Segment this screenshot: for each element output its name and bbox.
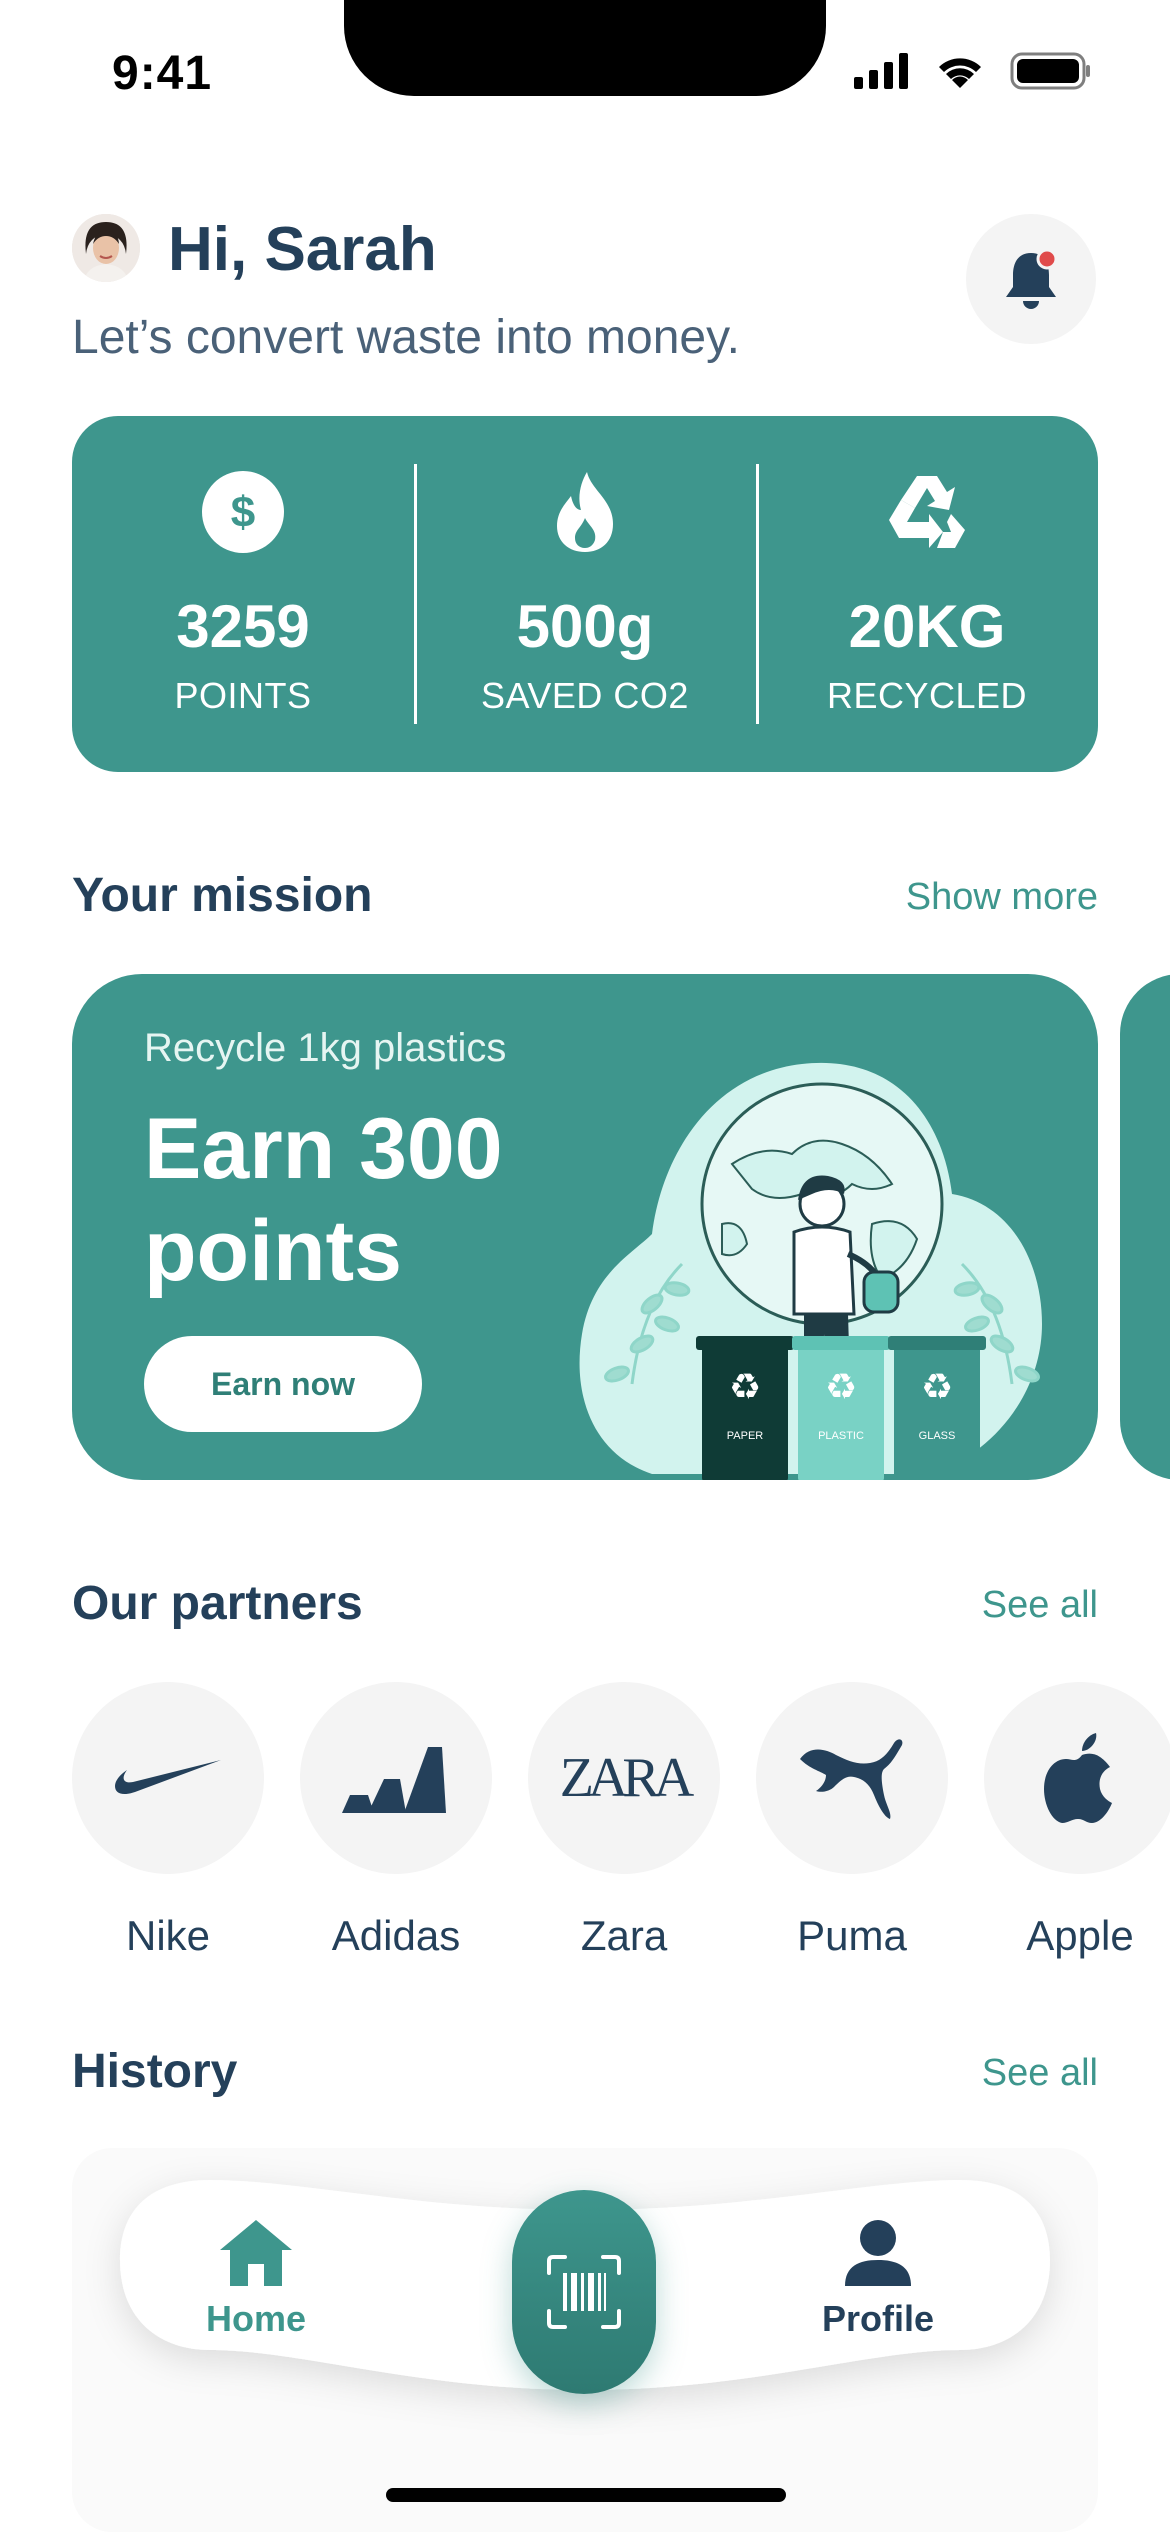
stat-label: SAVED CO2	[481, 675, 689, 716]
device-notch	[344, 0, 826, 96]
partner-name: Puma	[797, 1912, 907, 1959]
home-indicator	[386, 2488, 786, 2502]
nav-home[interactable]: Home	[206, 2218, 306, 2340]
svg-text:♻: ♻	[921, 1367, 953, 1408]
nav-home-label: Home	[206, 2298, 307, 2339]
greeting-subtitle: Let’s convert waste into money.	[72, 311, 740, 364]
partners-section-title: Our partners	[72, 1577, 363, 1630]
adidas-logo-icon	[342, 1747, 446, 1813]
home-icon	[220, 2220, 293, 2286]
stat-recycled: 20KG RECYCLED	[756, 416, 1098, 772]
partner-adidas[interactable]: Adidas	[300, 1682, 492, 1960]
nav-profile[interactable]: Profile	[822, 2218, 934, 2340]
mission-show-more-link[interactable]: Show more	[906, 876, 1098, 919]
partner-zara[interactable]: ZARA Zara	[528, 1682, 720, 1960]
stat-value: 20KG	[848, 593, 1006, 660]
svg-text:♻: ♻	[825, 1367, 857, 1408]
recycling-illustration: ♻ PAPER ♻ PLASTIC ♻ GLASS	[579, 1062, 1042, 1480]
plastic-bin: ♻ PLASTIC	[792, 1336, 890, 1480]
partners-see-all-link[interactable]: See all	[982, 1584, 1098, 1627]
partner-puma[interactable]: Puma	[756, 1682, 948, 1960]
partner-nike[interactable]: Nike	[72, 1682, 264, 1960]
glass-bin: ♻ GLASS	[888, 1336, 986, 1480]
barcode-scan-icon	[547, 2255, 621, 2329]
user-photo-icon	[72, 214, 140, 282]
scan-button[interactable]	[512, 2190, 656, 2394]
history-section-title: History	[72, 2045, 238, 2098]
mission-section-title: Your mission	[72, 869, 373, 922]
nike-logo-icon	[115, 1760, 221, 1794]
partner-apple[interactable]: Apple	[984, 1682, 1170, 1960]
stats-card: $ 3259 POINTS 500g SAVED CO2 20KG RECYCL…	[72, 416, 1098, 772]
puma-logo-icon	[800, 1739, 903, 1819]
partner-name: Apple	[1026, 1912, 1134, 1959]
dollar-icon: $	[202, 471, 284, 553]
nav-profile-label: Profile	[822, 2298, 935, 2339]
status-time: 9:41	[112, 47, 213, 100]
battery-icon	[1010, 52, 1090, 90]
status-icons	[854, 52, 1092, 90]
paper-bin: ♻ PAPER	[696, 1336, 794, 1480]
wifi-icon	[939, 58, 981, 88]
mission-card[interactable]: Recycle 1kg plastics Earn 300 points Ear…	[72, 974, 1098, 1480]
mission-subtitle: Recycle 1kg plastics	[144, 1026, 507, 1070]
zara-logo-icon: ZARA	[559, 1747, 694, 1809]
svg-text:♻: ♻	[729, 1367, 761, 1408]
mission-headline: Earn 300 points	[144, 1101, 503, 1299]
signal-icon	[854, 53, 908, 89]
next-mission-card[interactable]	[1120, 974, 1170, 1480]
stat-co2: 500g SAVED CO2	[414, 416, 756, 772]
notifications-button[interactable]	[966, 214, 1096, 344]
stat-value: 3259	[176, 593, 310, 660]
stat-points: $ 3259 POINTS	[72, 416, 414, 772]
earn-now-button[interactable]: Earn now	[144, 1336, 422, 1432]
avatar[interactable]	[72, 214, 140, 282]
profile-icon	[845, 2220, 912, 2286]
svg-text:GLASS: GLASS	[919, 1430, 956, 1442]
svg-text:PAPER: PAPER	[727, 1430, 764, 1442]
apple-logo-icon	[1044, 1733, 1112, 1823]
stat-value: 500g	[516, 593, 654, 660]
stat-label: POINTS	[174, 675, 312, 716]
partner-name: Nike	[125, 1912, 211, 1959]
svg-text:$: $	[231, 488, 255, 537]
history-see-all-link[interactable]: See all	[982, 2052, 1098, 2095]
partner-name: Adidas	[331, 1912, 461, 1959]
svg-text:PLASTIC: PLASTIC	[818, 1430, 864, 1442]
partner-name: Zara	[580, 1912, 668, 1959]
recycle-icon	[889, 476, 965, 548]
stat-label: RECYCLED	[826, 675, 1028, 716]
bell-icon	[1006, 248, 1058, 309]
greeting: Hi, Sarah	[168, 215, 437, 284]
flame-icon	[557, 472, 613, 552]
